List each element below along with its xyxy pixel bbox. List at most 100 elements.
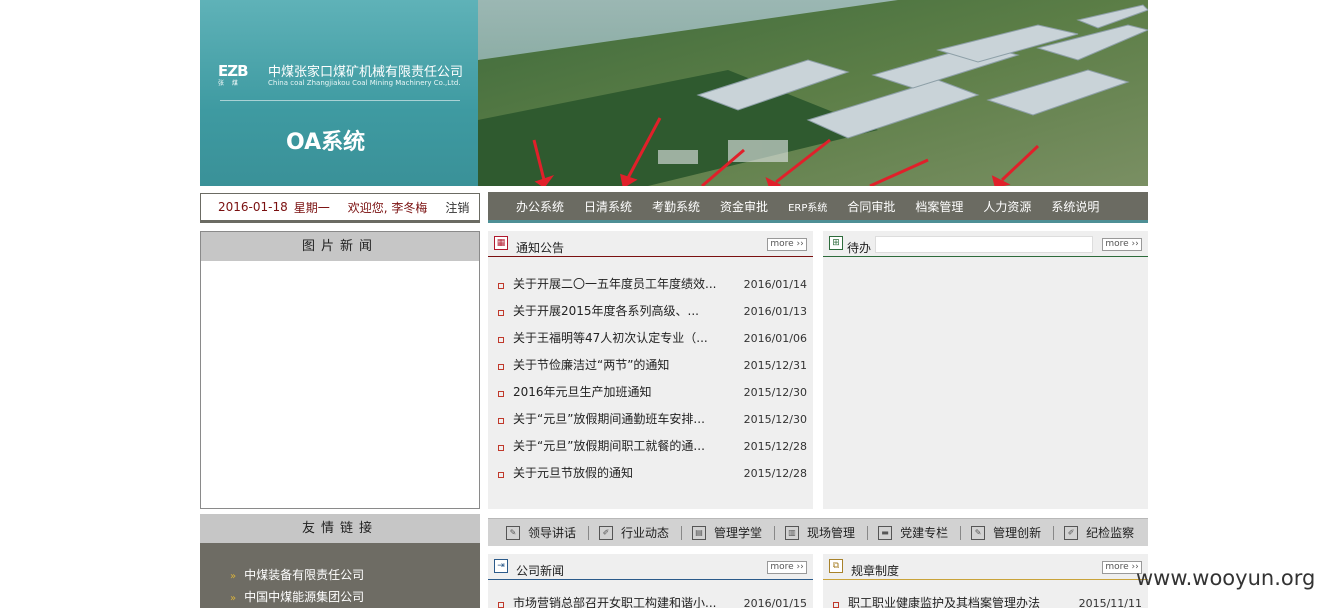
header: EZB 张 煤 中煤张家口煤矿机械有限责任公司 China coal Zhang… (200, 0, 1148, 186)
toolbar-divider (1053, 525, 1055, 540)
tab-party-column[interactable]: ▬ 党建专栏 (878, 524, 948, 541)
notice-item-title[interactable]: 关于节俭廉洁过“两节”的通知 (513, 352, 728, 379)
list-item[interactable]: 关于王福明等47人初次认定专业（... 2016/01/06 (488, 325, 813, 352)
printer-icon: ▬ (878, 525, 893, 540)
category-toolbar: ✎ 领导讲话 ✐ 行业动态 ▤ 管理学堂 ▥ 现场管理 ▬ 党建专栏 ✎ 管理创新 ✐ 纪检监… (488, 518, 1148, 546)
list-item[interactable]: 市场营销总部召开女职工构建和谐小... 2016/01/15 (488, 590, 813, 608)
list-item[interactable]: 职工职业健康监护及其档案管理办法 2015/11/11 (823, 590, 1148, 608)
building-icon: ▥ (785, 525, 800, 540)
nav-erp-system[interactable]: ERP系统 (788, 199, 827, 214)
notice-item-date: 2015/12/30 (743, 386, 807, 399)
company-news-more-button[interactable]: more ›› (767, 561, 807, 574)
friend-link[interactable]: 中国中煤能源集团公司 (244, 590, 364, 604)
notice-panel: ▦ 通知公告 more ›› 关于开展二〇一五年度员工年度绩效... 2016/0… (488, 231, 813, 509)
list-item[interactable]: 关于节俭廉洁过“两节”的通知 2015/12/31 (488, 352, 813, 379)
todo-more-button[interactable]: more ›› (1102, 238, 1142, 251)
notice-item-date: 2016/01/14 (743, 278, 807, 291)
page: EZB 张 煤 中煤张家口煤矿机械有限责任公司 China coal Zhang… (200, 0, 1148, 608)
logout-link[interactable]: 注销 (445, 199, 469, 216)
rules-list: 职工职业健康监护及其档案管理办法 2015/11/11 (823, 580, 1148, 608)
calendar-icon: ▦ (494, 236, 508, 250)
grid-icon: ⊞ (829, 236, 843, 250)
chevron-right-icon: » (230, 571, 237, 582)
list-item[interactable]: 关于“元旦”放假期间职工就餐的通... 2015/12/28 (488, 433, 813, 460)
list-item[interactable]: 关于开展二〇一五年度员工年度绩效... 2016/01/14 (488, 271, 813, 298)
toolbar-divider (681, 525, 683, 540)
list-item[interactable]: 关于“元旦”放假期间通勤班车安排... 2015/12/30 (488, 406, 813, 433)
list-item[interactable]: 2016年元旦生产加班通知 2015/12/30 (488, 379, 813, 406)
welcome-user: 欢迎您, 李冬梅 (347, 200, 428, 215)
photo-news-panel: 图片新闻 (200, 231, 480, 509)
nav-contract-approval[interactable]: 合同审批 (847, 198, 895, 215)
nav-archive-management[interactable]: 档案管理 (915, 198, 963, 215)
nav-daily-system[interactable]: 日清系统 (584, 198, 632, 215)
photo-news-title: 图片新闻 (201, 232, 479, 261)
todo-panel: ⊞ 待办 more ›› (823, 231, 1148, 509)
main-nav: 办公系统 日清系统 考勤系统 资金审批 ERP系统 合同审批 档案管理 人力资源… (488, 192, 1148, 223)
current-weekday: 星期一 (293, 200, 330, 215)
todo-title: 待办 (847, 241, 872, 255)
edit-icon: ✐ (1064, 525, 1079, 540)
list-item[interactable]: 关于开展2015年度各系列高级、... 2016/01/13 (488, 298, 813, 325)
notice-list: 关于开展二〇一五年度员工年度绩效... 2016/01/14 关于开展2015年度… (488, 257, 813, 487)
company-news-panel: ⇥ 公司新闻 more ›› 市场营销总部召开女职工构建和谐小... 2016/0… (488, 554, 813, 608)
tab-management-school[interactable]: ▤ 管理学堂 (692, 524, 762, 541)
notice-item-date: 2016/01/13 (743, 305, 807, 318)
tab-label: 管理创新 (993, 526, 1042, 540)
toolbar-divider (774, 525, 776, 540)
news-item-date: 2016/01/15 (743, 597, 807, 608)
handshake-icon: ✎ (971, 525, 986, 540)
user-info-bar: 2016-01-18 星期一 欢迎您, 李冬梅 注销 (200, 193, 480, 223)
notice-more-button[interactable]: more ›› (767, 238, 807, 251)
notice-item-date: 2015/12/31 (743, 359, 807, 372)
list-item[interactable]: 关于元旦节放假的通知 2015/12/28 (488, 460, 813, 487)
notice-item-title[interactable]: 关于“元旦”放假期间职工就餐的通... (513, 433, 728, 460)
brand-panel: EZB 张 煤 中煤张家口煤矿机械有限责任公司 China coal Zhang… (200, 0, 478, 186)
notice-item-date: 2016/01/06 (743, 332, 807, 345)
nav-system-help[interactable]: 系统说明 (1051, 198, 1099, 215)
news-item-title[interactable]: 市场营销总部召开女职工构建和谐小... (513, 590, 728, 608)
company-logo: EZB 张 煤 (218, 62, 264, 88)
friend-link[interactable]: 中煤装备有限责任公司 (244, 568, 364, 582)
notice-item-title[interactable]: 关于开展2015年度各系列高级、... (513, 298, 728, 325)
notice-item-title[interactable]: 关于开展二〇一五年度员工年度绩效... (513, 271, 728, 298)
nav-human-resources[interactable]: 人力资源 (983, 198, 1031, 215)
notice-item-title[interactable]: 关于王福明等47人初次认定专业（... (513, 325, 728, 352)
company-news-title: 公司新闻 (516, 564, 565, 578)
notice-item-date: 2015/12/30 (743, 413, 807, 426)
tab-site-management[interactable]: ▥ 现场管理 (785, 524, 855, 541)
tab-label: 领导讲话 (528, 526, 577, 540)
list-item[interactable]: » 中煤装备有限责任公司 (230, 564, 480, 586)
nav-attendance-system[interactable]: 考勤系统 (652, 198, 700, 215)
tab-leader-speech[interactable]: ✎ 领导讲话 (506, 524, 576, 541)
notice-item-title[interactable]: 关于“元旦”放假期间通勤班车安排... (513, 406, 728, 433)
notice-item-title[interactable]: 关于元旦节放假的通知 (513, 460, 728, 487)
tab-label: 行业动态 (621, 526, 670, 540)
company-name-en: China coal Zhangjiakou Coal Mining Machi… (268, 79, 461, 87)
tab-label: 纪检监察 (1086, 526, 1135, 540)
nav-fund-approval[interactable]: 资金审批 (720, 198, 768, 215)
tab-label: 现场管理 (807, 526, 856, 540)
tab-management-innovation[interactable]: ✎ 管理创新 (971, 524, 1041, 541)
todo-filter-field[interactable] (875, 236, 1093, 253)
tab-label: 管理学堂 (714, 526, 763, 540)
tab-industry-news[interactable]: ✐ 行业动态 (599, 524, 669, 541)
current-date: 2016-01-18 (218, 200, 288, 214)
brand-divider (220, 100, 460, 101)
rule-item-title[interactable]: 职工职业健康监护及其档案管理办法 (848, 590, 1063, 608)
company-name-cn: 中煤张家口煤矿机械有限责任公司 (268, 65, 464, 80)
toolbar-divider (960, 525, 962, 540)
list-item[interactable]: » 中国中煤能源集团公司 (230, 586, 480, 608)
company-news-list: 市场营销总部召开女职工构建和谐小... 2016/01/15 (488, 580, 813, 608)
edit-icon: ✐ (599, 525, 614, 540)
rules-panel: ⧉ 规章制度 more ›› 职工职业健康监护及其档案管理办法 2015/11/1… (823, 554, 1148, 608)
enter-icon: ⇥ (494, 559, 508, 573)
tab-discipline-inspection[interactable]: ✐ 纪检监察 (1064, 524, 1134, 541)
notice-item-title[interactable]: 2016年元旦生产加班通知 (513, 379, 728, 406)
notice-item-date: 2015/12/28 (743, 467, 807, 480)
rules-title: 规章制度 (851, 564, 900, 578)
nav-office-system[interactable]: 办公系统 (516, 198, 564, 215)
system-title: OA系统 (286, 130, 366, 155)
factory-aerial-image (478, 0, 1148, 186)
watermark: www.wooyun.org (1136, 566, 1316, 590)
